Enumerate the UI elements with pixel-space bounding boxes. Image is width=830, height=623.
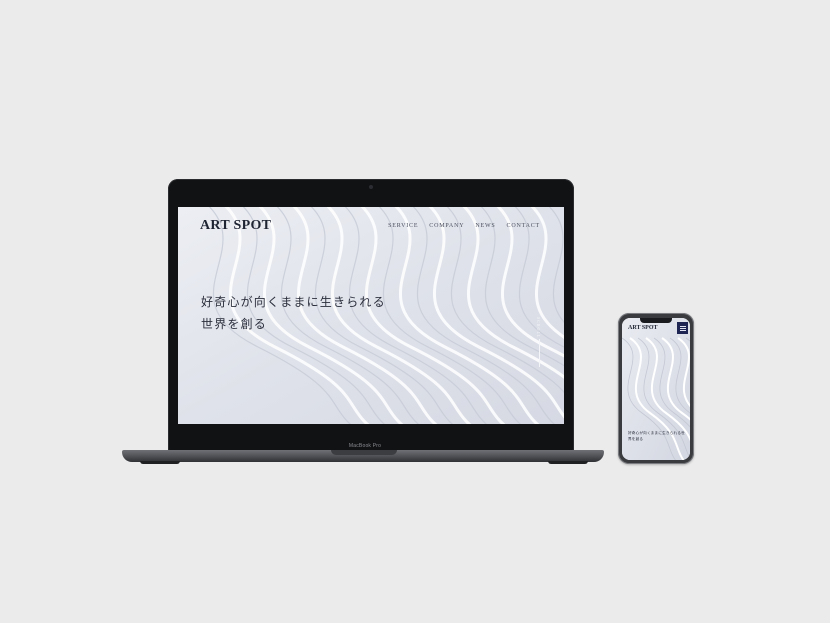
laptop-notch	[331, 450, 397, 455]
nav-contact[interactable]: CONTACT	[507, 223, 540, 229]
phone-hero-heading: 好奇心が向くままに生きられる世界を創る	[628, 431, 685, 441]
phone-screen: ART SPOT 好奇心が向くままに生きられる世界を創る	[622, 318, 690, 460]
phone-notch	[640, 318, 672, 323]
camera-icon	[369, 185, 373, 189]
site-logo[interactable]: ART SPOT	[200, 218, 271, 234]
laptop-foot-left	[140, 461, 180, 464]
hero-heading-line-1: 好奇心が向くままに生きられる	[201, 295, 386, 309]
scroll-indicator-line	[539, 339, 540, 367]
site-nav: SERVICE COMPANY NEWS CONTACT	[388, 223, 540, 229]
nav-service[interactable]: SERVICE	[388, 223, 418, 229]
laptop-screen: ART SPOT SERVICE COMPANY NEWS CONTACT 好奇…	[178, 207, 564, 424]
laptop-model-label: MacBook Pro	[348, 443, 382, 449]
laptop-foot-right	[548, 461, 588, 464]
hamburger-icon[interactable]	[677, 322, 688, 334]
scroll-indicator-label[interactable]: SCROLL	[536, 317, 541, 338]
phone-site-logo[interactable]: ART SPOT	[628, 325, 658, 331]
hero-heading-line-2: 世界を創る	[201, 317, 268, 331]
nav-company[interactable]: COMPANY	[429, 223, 464, 229]
nav-news[interactable]: NEWS	[475, 223, 495, 229]
